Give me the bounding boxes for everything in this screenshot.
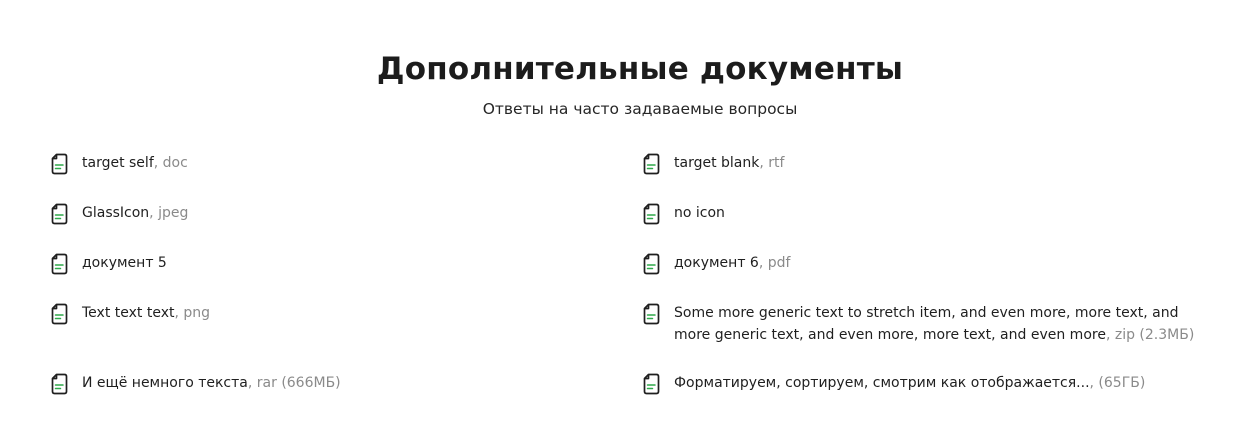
document-item[interactable]: документ 5	[50, 252, 642, 302]
document-icon	[50, 373, 69, 395]
document-extension: , png	[174, 305, 211, 321]
document-name: Text text text	[82, 305, 175, 321]
document-item[interactable]: target blank, rtf	[642, 152, 1212, 202]
page-title: Дополнительные документы	[376, 51, 904, 87]
document-item[interactable]: Text text text, png	[50, 302, 642, 372]
document-name: no icon	[674, 205, 725, 221]
document-name: target blank	[674, 155, 760, 171]
document-extension: , doc	[153, 155, 188, 171]
document-icon	[642, 253, 661, 275]
document-name: GlassIcon	[82, 205, 150, 221]
document-item[interactable]: GlassIcon, jpeg	[50, 202, 642, 252]
page-header: Дополнительные документы Ответы на часто…	[0, 48, 1237, 120]
document-name: документ 5	[82, 255, 167, 271]
page-subtitle: Ответы на часто задаваемые вопросы	[482, 100, 798, 118]
document-link[interactable]: Some more generic text to stretch item, …	[674, 302, 1212, 346]
document-link[interactable]: Форматируем, сортируем, смотрим как отоб…	[674, 372, 1145, 394]
document-link[interactable]: документ 5	[82, 252, 167, 274]
document-link[interactable]: И ещё немного текста, rar (666МБ)	[82, 372, 341, 394]
document-item[interactable]: Some more generic text to stretch item, …	[642, 302, 1212, 372]
document-link[interactable]: target self, doc	[82, 152, 188, 174]
document-icon	[642, 203, 661, 225]
document-item[interactable]: no icon	[642, 202, 1212, 252]
document-list: target self, doc target blank, rtf Glass…	[50, 152, 1220, 422]
document-extension: , pdf	[758, 255, 791, 271]
document-item[interactable]: Форматируем, сортируем, смотрим как отоб…	[642, 372, 1212, 422]
document-icon	[642, 303, 661, 325]
document-icon	[642, 153, 661, 175]
document-name: Some more generic text to stretch item, …	[674, 305, 1179, 343]
document-icon	[642, 373, 661, 395]
document-name: Форматируем, сортируем, смотрим как отоб…	[674, 375, 1090, 391]
document-link[interactable]: no icon	[674, 202, 725, 224]
document-extension: , (65ГБ)	[1089, 375, 1146, 391]
document-item[interactable]: target self, doc	[50, 152, 642, 202]
document-name: target self	[82, 155, 154, 171]
document-link[interactable]: target blank, rtf	[674, 152, 784, 174]
document-link[interactable]: документ 6, pdf	[674, 252, 790, 274]
document-extension: , jpeg	[149, 205, 189, 221]
document-icon	[50, 253, 69, 275]
document-extension: , rtf	[759, 155, 785, 171]
document-link[interactable]: GlassIcon, jpeg	[82, 202, 188, 224]
document-extension: , rar (666МБ)	[247, 375, 341, 391]
document-item[interactable]: И ещё немного текста, rar (666МБ)	[50, 372, 642, 422]
document-icon	[50, 303, 69, 325]
document-name: документ 6	[674, 255, 759, 271]
document-item[interactable]: документ 6, pdf	[642, 252, 1212, 302]
document-extension: , zip (2.3МБ)	[1105, 327, 1195, 343]
document-icon	[50, 153, 69, 175]
document-link[interactable]: Text text text, png	[82, 302, 210, 324]
document-name: И ещё немного текста	[82, 375, 248, 391]
document-icon	[50, 203, 69, 225]
